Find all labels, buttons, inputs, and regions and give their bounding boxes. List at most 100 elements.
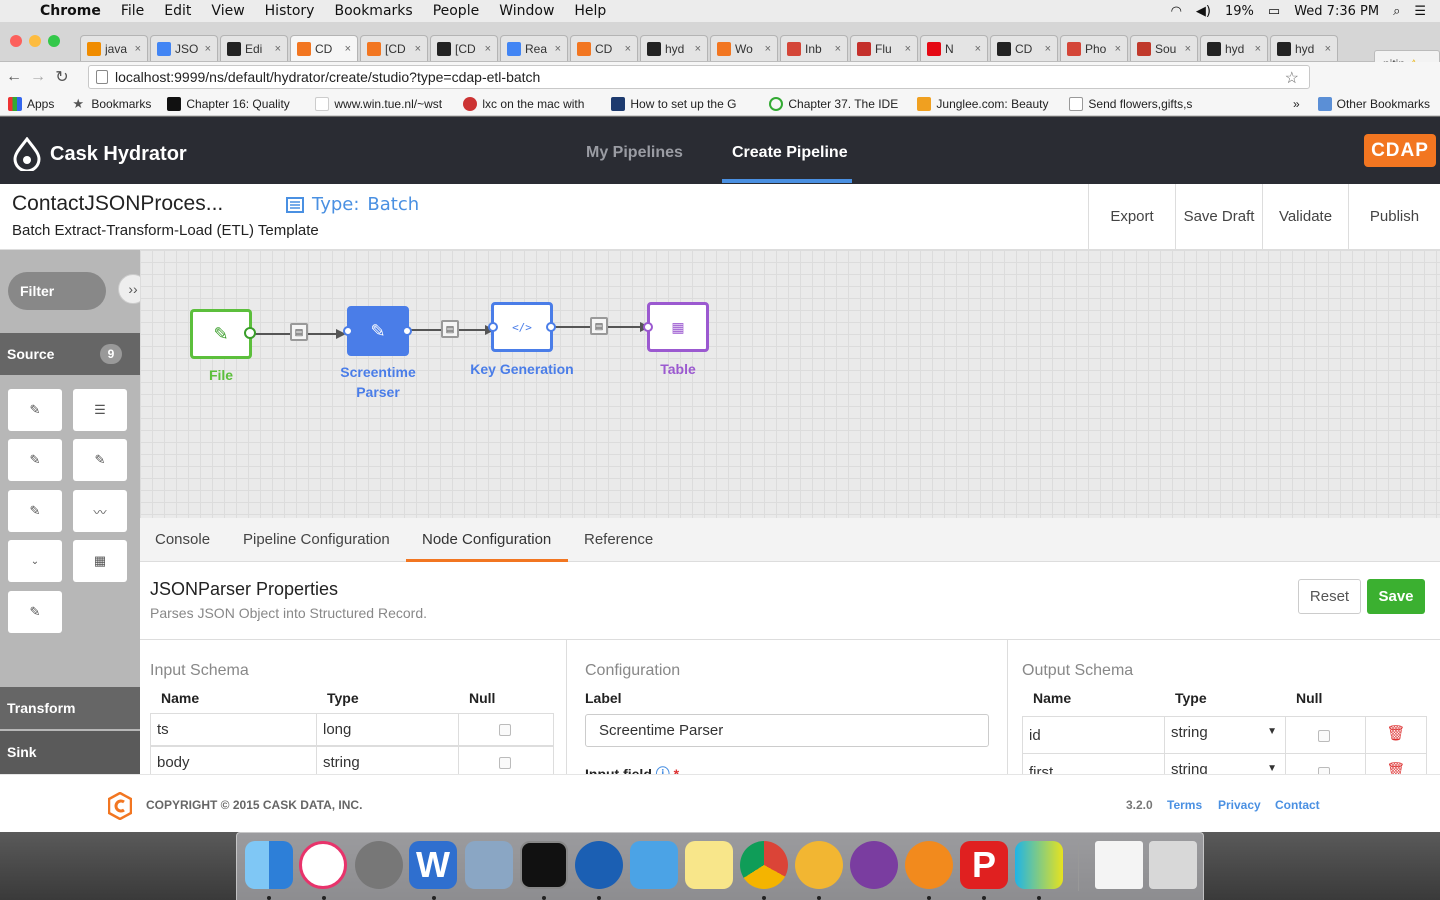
tab-reference[interactable]: Reference [584,531,653,548]
close-tab-icon[interactable]: × [485,43,491,55]
menu-people[interactable]: People [433,3,480,19]
source-plugin-4[interactable]: ✎ [73,439,127,481]
close-tab-icon[interactable]: × [835,43,841,55]
chat-icon[interactable] [575,841,623,889]
source-plugin-2[interactable]: ☰ [73,389,127,431]
close-tab-icon[interactable]: × [555,43,561,55]
sink-group-header[interactable]: Sink [0,731,140,774]
menu-window[interactable]: Window [499,3,554,19]
browser-tab[interactable]: CD × [570,35,638,61]
source-plugin-8[interactable]: ▦ [73,540,127,582]
nav-create-pipeline[interactable]: Create Pipeline [732,144,848,162]
tab-console[interactable]: Console [155,531,210,548]
notification-center-icon[interactable]: ☰ [1414,4,1426,19]
address-bar[interactable]: localhost:9999/ns/default/hydrator/creat… [88,65,1310,89]
battery-icon[interactable]: ▭ [1268,4,1280,19]
close-tab-icon[interactable]: × [625,43,631,55]
browser-tab[interactable]: hyd × [1270,35,1338,61]
menu-file[interactable]: File [121,3,144,19]
transform-group-header[interactable]: Transform [0,687,140,729]
delete-field-button[interactable]: 🗑 [1365,753,1427,774]
system-preferences-icon[interactable] [355,841,403,889]
source-plugin-1[interactable]: ✎ [8,389,62,431]
menu-edit[interactable]: Edit [164,3,191,19]
wifi-icon[interactable]: ◠ [1171,4,1182,19]
close-tab-icon[interactable]: × [1325,43,1331,55]
validate-button[interactable]: Validate [1262,184,1348,249]
browser-tab[interactable]: CD × [990,35,1058,61]
battery-percent[interactable]: 19% [1225,4,1254,19]
close-tab-icon[interactable]: × [905,43,911,55]
node-key-generation[interactable]: </> [491,302,553,352]
menu-history[interactable]: History [265,3,315,19]
close-tab-icon[interactable]: × [1045,43,1051,55]
schema-icon[interactable]: ▤ [290,323,308,341]
bookmark-other[interactable]: Other Bookmarks [1317,96,1430,111]
window-minimize-button[interactable] [29,35,41,47]
close-tab-icon[interactable]: × [1255,43,1261,55]
bookmark-tue[interactable]: www.win.tue.nl/~wst [315,96,455,111]
node-file[interactable]: ✎ [190,309,252,359]
close-tab-icon[interactable]: × [1115,43,1121,55]
close-tab-icon[interactable]: × [415,43,421,55]
menubar-clock[interactable]: Wed 7:36 PM [1294,4,1379,19]
terminal-icon[interactable] [520,841,568,889]
source-plugin-9[interactable]: ✎ [8,591,62,633]
globe-app-icon[interactable] [850,841,898,889]
notes-icon[interactable] [685,841,733,889]
finder-icon[interactable] [245,841,293,889]
close-tab-icon[interactable]: × [695,43,701,55]
contact-link[interactable]: Contact [1275,798,1320,812]
bookmarks-overflow-icon[interactable]: » [1293,97,1300,111]
output-port[interactable] [402,326,412,336]
reload-icon[interactable]: ↻ [50,67,74,87]
browser-tab[interactable]: Edi × [220,35,288,61]
browser-tab[interactable]: Flu × [850,35,918,61]
terms-link[interactable]: Terms [1167,798,1202,812]
menu-app-name[interactable]: Chrome [40,3,101,19]
close-tab-icon[interactable]: × [275,43,281,55]
tab-node-configuration[interactable]: Node Configuration [422,531,551,548]
save-draft-button[interactable]: Save Draft [1175,184,1262,249]
close-tab-icon[interactable]: × [205,43,211,55]
schema-icon[interactable]: ▤ [441,320,459,338]
browser-tab[interactable]: hyd × [1200,35,1268,61]
browser-tab[interactable]: [CD × [430,35,498,61]
bookmark-junglee[interactable]: Junglee.com: Beauty [917,96,1061,111]
sparkle-app-icon[interactable] [905,841,953,889]
browser-tab[interactable]: N × [920,35,988,61]
bookmark-howto[interactable]: How to set up the G [611,96,761,111]
browser-tab[interactable]: [CD × [360,35,428,61]
output-field-name-input[interactable]: first [1022,753,1165,774]
save-button[interactable]: Save [1367,579,1425,614]
info-icon[interactable]: ⓘ [656,766,670,774]
browser-tab[interactable]: java × [80,35,148,61]
chrome-icon[interactable] [740,841,788,889]
bookmark-flowers[interactable]: Send flowers,gifts,s [1069,96,1209,111]
output-port[interactable] [244,327,256,339]
input-port[interactable] [643,322,653,332]
browser-tab[interactable]: JSO × [150,35,218,61]
output-field-name-input[interactable]: id [1022,716,1165,754]
nav-my-pipelines[interactable]: My Pipelines [586,144,683,162]
bookmark-chapter37[interactable]: Chapter 37. The IDE [769,96,909,111]
filter-input[interactable]: Filter [8,272,106,310]
close-tab-icon[interactable]: × [1185,43,1191,55]
bookmark-chapter16[interactable]: Chapter 16: Quality [167,96,307,111]
preview-icon[interactable] [465,841,513,889]
brand-logo[interactable]: Cask Hydrator [12,137,187,171]
label-input[interactable]: Screentime Parser [585,714,989,747]
export-button[interactable]: Export [1088,184,1175,249]
menu-help[interactable]: Help [574,3,606,19]
browser-tab[interactable]: Inb × [780,35,848,61]
null-checkbox[interactable] [499,724,511,736]
null-checkbox[interactable] [499,757,511,769]
source-plugin-6[interactable]: 〰 [73,490,127,532]
source-group-header[interactable]: Source 9 [0,333,140,375]
pipeline-name[interactable]: ContactJSONProces... [12,192,223,216]
flower-app-icon[interactable] [795,841,843,889]
close-tab-icon[interactable]: × [975,43,981,55]
node-table[interactable]: ▦ [647,302,709,352]
null-checkbox[interactable] [1318,767,1330,774]
output-port[interactable] [546,322,556,332]
